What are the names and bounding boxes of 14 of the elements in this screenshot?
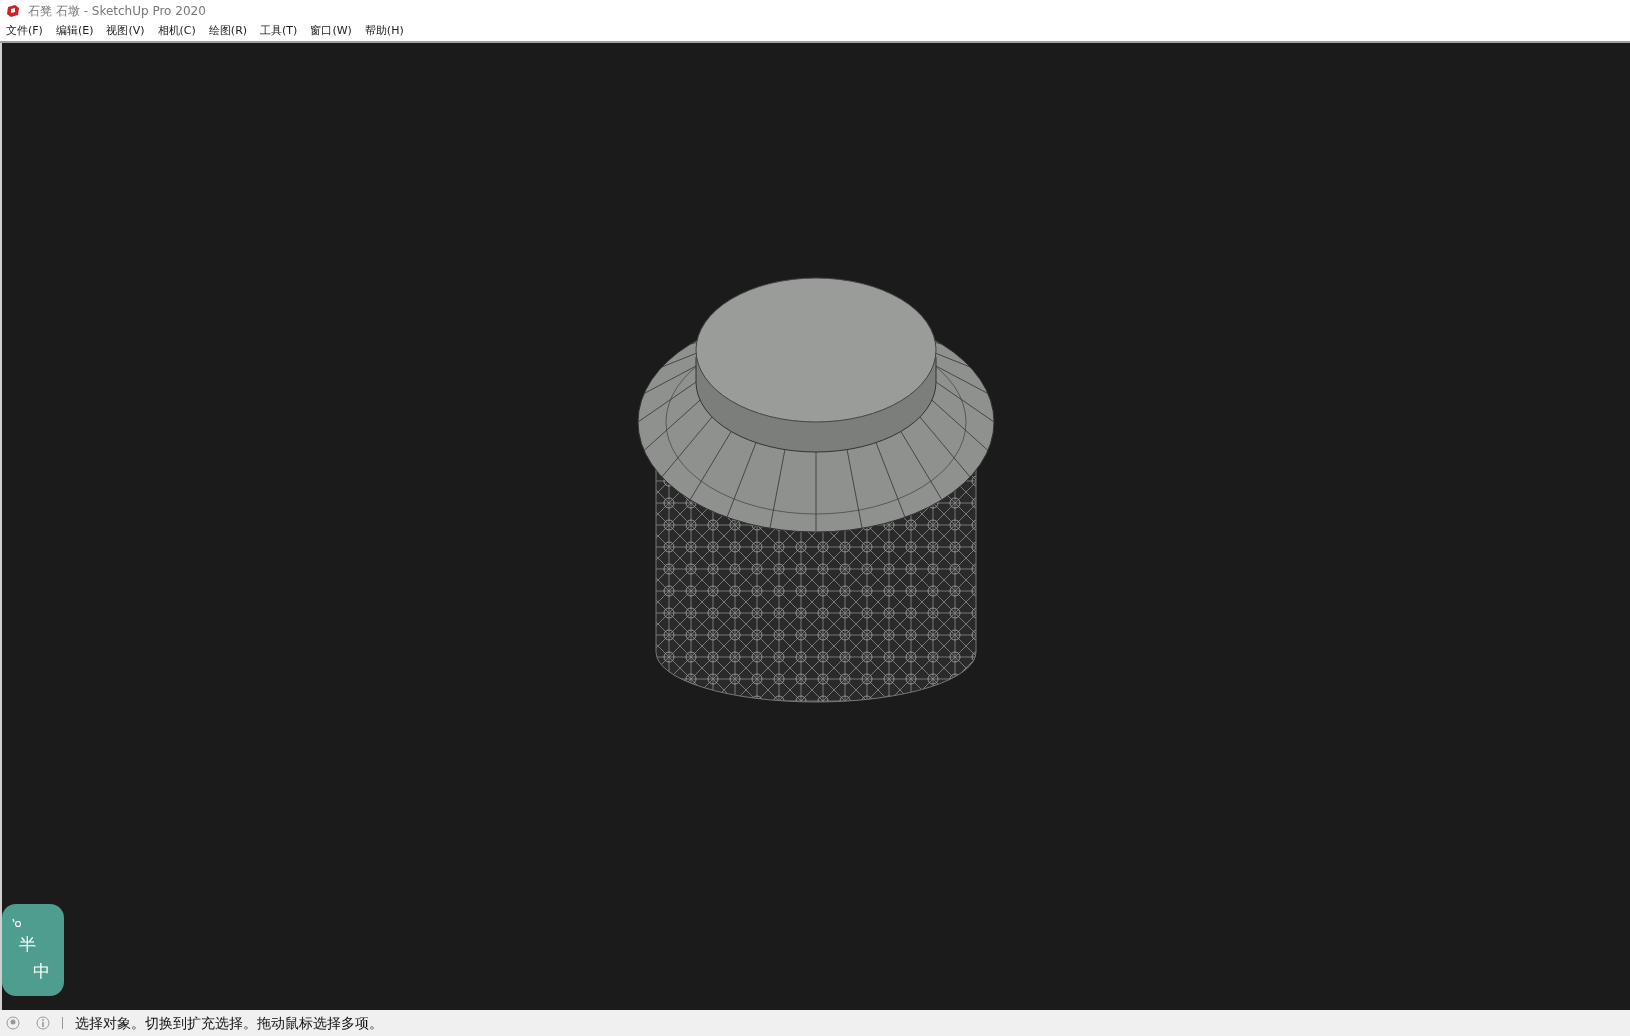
location-pin-icon[interactable] (6, 1016, 20, 1030)
menu-item[interactable]: 文件(F) (6, 23, 43, 40)
menu-item[interactable]: 相机(C) (157, 23, 196, 40)
info-icon[interactable] (36, 1016, 50, 1030)
menu-item[interactable]: 帮助(H) (364, 23, 404, 40)
app-logo-icon (6, 4, 20, 18)
menu-item[interactable]: 工具(T) (260, 23, 298, 40)
menu-item[interactable]: 视图(V) (106, 23, 145, 40)
window-title: 石凳 石墩 - SketchUp Pro 2020 (28, 3, 206, 20)
menu-item[interactable]: 编辑(E) (55, 23, 94, 40)
status-message: 选择对象。切换到扩充选择。拖动鼠标选择多项。 (75, 1013, 383, 1033)
punctuation-icon[interactable] (11, 918, 23, 928)
menu-item[interactable]: 绘图(R) (208, 23, 248, 40)
menu-item[interactable]: 窗口(W) (310, 23, 352, 40)
